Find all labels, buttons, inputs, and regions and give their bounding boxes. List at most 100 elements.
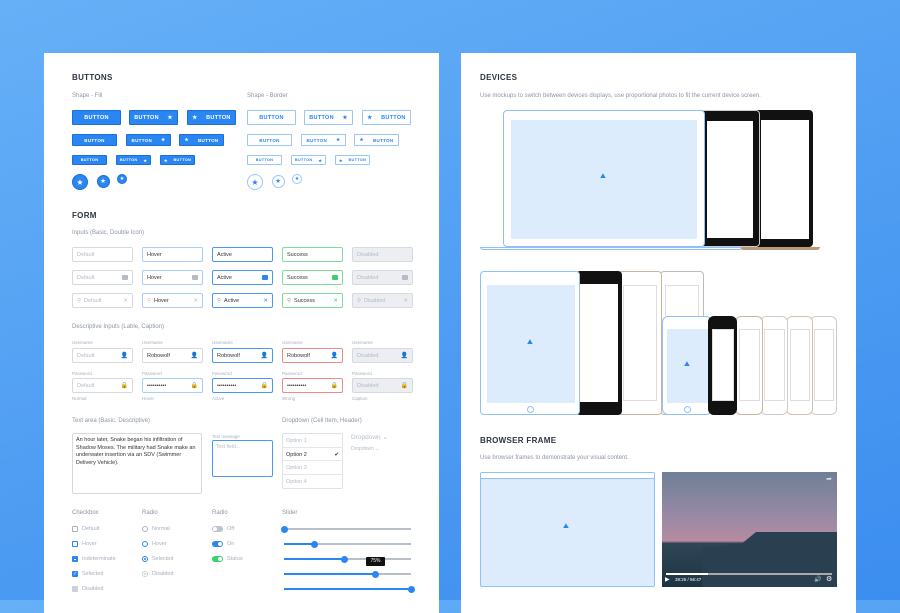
dropdown-header[interactable]: Dropdown ⌄ (351, 433, 388, 441)
border-button-1-3[interactable]: ★ BUTTON (362, 110, 411, 125)
username-input-0[interactable]: Default 👤 (72, 348, 133, 363)
close-icon[interactable]: ✕ (193, 298, 198, 304)
slider-thumb[interactable] (310, 540, 318, 548)
radio-label: Radio (142, 510, 158, 516)
slider-thumb[interactable] (280, 525, 288, 533)
border-button-2-3[interactable]: ★ BUTTON (354, 134, 399, 146)
input-default-3[interactable]: ⚲ Default ✕ (72, 293, 133, 308)
border-circle-button-1[interactable]: ★ (247, 174, 263, 190)
username-input-3[interactable]: Robowolf 👤 (282, 348, 343, 363)
image-icon: ⛰ (563, 523, 569, 530)
phone-screen (764, 329, 785, 401)
fill-button-3-3[interactable]: ★ BUTTON (160, 155, 195, 165)
input-default-1[interactable]: Default (72, 247, 133, 262)
dropdown-option[interactable]: Option 4 (283, 475, 342, 489)
fill-button-3-1[interactable]: BUTTON (72, 155, 107, 165)
radio-selected[interactable]: Selected (142, 556, 173, 562)
fill-circle-button-1[interactable]: ★ (72, 174, 88, 190)
radio-hover[interactable]: Hover (142, 541, 167, 547)
checkbox-default[interactable]: Default (72, 526, 99, 532)
mail-icon (262, 275, 268, 280)
border-button-1-1[interactable]: BUTTON (247, 110, 296, 125)
fill-button-2-1[interactable]: BUTTON (72, 134, 117, 146)
border-button-3-2[interactable]: BUTTON ★ (291, 155, 326, 165)
fill-button-1-3[interactable]: ★ BUTTON (187, 110, 236, 125)
video-progress-bar[interactable] (666, 573, 832, 575)
toggle-status[interactable]: Status (212, 556, 243, 562)
slider-5[interactable] (284, 585, 415, 593)
border-button-3-3[interactable]: ★ BUTTON (335, 155, 370, 165)
slider-3[interactable] (284, 555, 411, 563)
close-icon[interactable]: ✕ (123, 298, 128, 304)
button-label: BUTTON (348, 158, 367, 162)
close-icon[interactable]: ✕ (403, 298, 408, 304)
dropdown-option[interactable]: Option 3 (283, 461, 342, 475)
slider-1[interactable] (280, 525, 411, 533)
play-icon[interactable]: ▶ (665, 576, 670, 583)
slider-2[interactable] (284, 540, 411, 548)
gear-icon[interactable]: ⚙ (826, 575, 832, 583)
fill-button-1-2[interactable]: BUTTON ★ (129, 110, 178, 125)
browser-frame: ⛰ (480, 472, 655, 587)
fill-button-3-2[interactable]: BUTTON ★ (116, 155, 151, 165)
slider-fill (284, 573, 376, 575)
fill-button-2-3[interactable]: ★ BUTTON (179, 134, 224, 146)
input-default-2[interactable]: Default (72, 270, 133, 285)
slider-thumb[interactable] (341, 555, 349, 563)
password-input-0[interactable]: Default 🔒 (72, 378, 133, 393)
share-icon[interactable]: ➦ (826, 475, 832, 483)
textarea-descriptive[interactable]: Text field... (212, 440, 273, 477)
border-button-1-2[interactable]: BUTTON ★ (304, 110, 353, 125)
input-success-2[interactable]: Success (282, 270, 343, 285)
input-value: Disabled (357, 274, 379, 281)
password-input-3[interactable]: •••••••••• 🔒 (282, 378, 343, 393)
dropdown-header-small[interactable]: Dropdown ⌄ (351, 446, 379, 452)
checkbox-hover[interactable]: Hover (72, 541, 97, 547)
username-input-2[interactable]: Robowolf 👤 (212, 348, 273, 363)
border-circle-button-3[interactable]: ★ (292, 174, 302, 184)
tablet-mockup: ⛰ (480, 271, 580, 415)
browser-frame-description: Use browser frames to demonstrate your v… (480, 455, 629, 461)
volume-icon[interactable]: 🔊 (814, 576, 821, 583)
input-active-2[interactable]: Active (212, 270, 273, 285)
toggle-off[interactable]: Off (212, 526, 234, 532)
slider-thumb[interactable] (371, 570, 379, 578)
devices-title: DEVICES (480, 73, 518, 82)
border-circle-button-2[interactable]: ★ (271, 174, 285, 188)
fill-button-2-2[interactable]: BUTTON ★ (126, 134, 171, 146)
checkbox-indeterminate[interactable]: Indeterminate (72, 556, 116, 562)
border-button-3-1[interactable]: BUTTON (247, 155, 282, 165)
input-active-3[interactable]: ⚲ Active ✕ (212, 293, 273, 308)
button-label: BUTTON (173, 158, 192, 162)
input-success-3[interactable]: ⚲ Success ✕ (282, 293, 343, 308)
star-icon: ★ (318, 158, 323, 163)
close-icon[interactable]: ✕ (263, 298, 268, 304)
border-button-2-2[interactable]: BUTTON ★ (301, 134, 346, 146)
text-field-placeholder: Text field... (216, 444, 240, 450)
input-hover-2[interactable]: Hover (142, 270, 203, 285)
radio-normal[interactable]: Normal (142, 526, 170, 532)
checkbox-selected[interactable]: ✓ Selected (72, 571, 103, 577)
textarea-basic[interactable]: An hour later, Snake began his infiltrat… (72, 433, 202, 494)
slider-thumb[interactable] (407, 585, 415, 593)
fill-circle-button-2[interactable]: ★ (96, 174, 110, 188)
fill-circle-button-3[interactable]: ★ (117, 174, 127, 184)
dropdown-option[interactable]: Option 2 ✔ (283, 448, 342, 461)
slider-4[interactable] (284, 570, 411, 578)
input-value: Active (224, 297, 240, 304)
username-input-1[interactable]: Robowolf 👤 (142, 348, 203, 363)
input-hover-3[interactable]: ⚲ Hover ✕ (142, 293, 203, 308)
close-icon[interactable]: ✕ (333, 298, 338, 304)
toggle-on[interactable]: On (212, 541, 234, 547)
video-player[interactable]: ➦ ▶ 38:25 / 56:47 🔊 ⚙ (662, 472, 837, 587)
toggle-label: Radio (212, 510, 228, 516)
dropdown-option[interactable]: Option 1 (283, 434, 342, 448)
password-input-2[interactable]: •••••••••• 🔒 (212, 378, 273, 393)
input-active-1[interactable]: Active (212, 247, 273, 262)
fill-button-1-1[interactable]: BUTTON (72, 110, 121, 125)
input-hover-1[interactable]: Hover (142, 247, 203, 262)
input-success-1[interactable]: Success (282, 247, 343, 262)
radio-text: Disabled (152, 571, 174, 577)
password-input-1[interactable]: •••••••••• 🔒 (142, 378, 203, 393)
border-button-2-1[interactable]: BUTTON (247, 134, 292, 146)
